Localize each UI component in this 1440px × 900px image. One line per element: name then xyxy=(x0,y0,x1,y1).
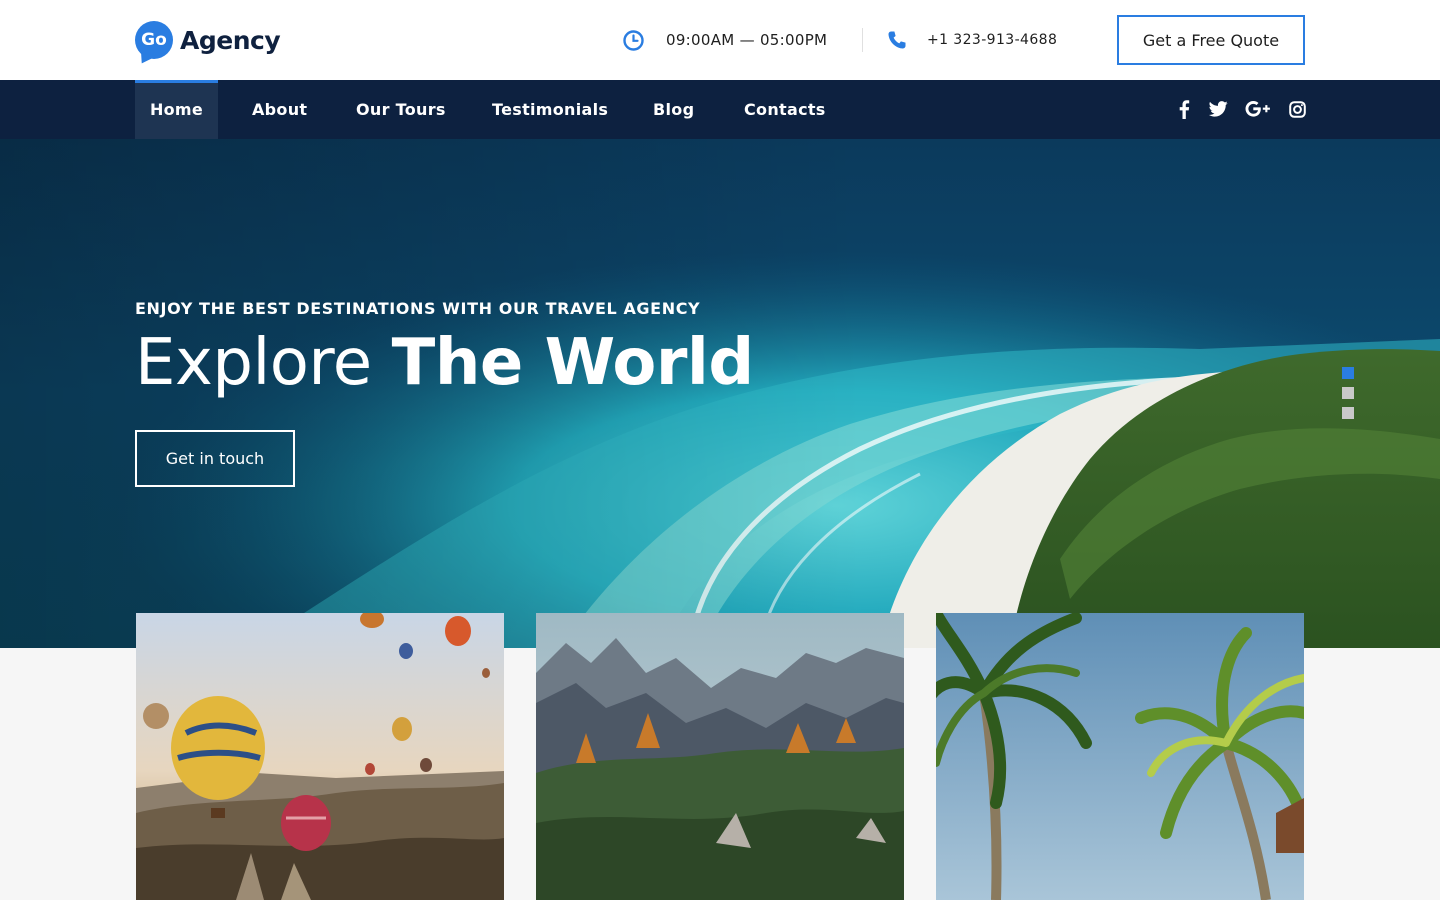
slider-dot-3[interactable] xyxy=(1342,407,1354,419)
tour-card-balloons[interactable] xyxy=(136,613,504,900)
nav-item-about[interactable]: About xyxy=(252,80,307,139)
nav-item-testimonials[interactable]: Testimonials xyxy=(492,80,608,139)
top-header: Go Agency 09:00AM — 05:00PM +1 323-913-4… xyxy=(0,0,1440,80)
brand-logo[interactable]: Go Agency xyxy=(135,19,281,61)
phone-number: +1 323-913-4688 xyxy=(927,32,1058,48)
instagram-icon[interactable] xyxy=(1288,98,1306,120)
get-in-touch-button[interactable]: Get in touch xyxy=(135,430,295,487)
clock-icon xyxy=(623,29,644,51)
business-hours: 09:00AM — 05:00PM xyxy=(623,29,827,51)
hours-text: 09:00AM — 05:00PM xyxy=(666,31,828,49)
hot-air-balloons-photo xyxy=(136,613,504,900)
header-divider xyxy=(862,28,863,52)
free-quote-button[interactable]: Get a Free Quote xyxy=(1117,15,1305,65)
google-plus-glyph xyxy=(1245,101,1270,117)
facebook-glyph xyxy=(1179,99,1190,119)
hero-subtitle: ENJOY THE BEST DESTINATIONS WITH OUR TRA… xyxy=(135,299,701,318)
nav-item-contacts[interactable]: Contacts xyxy=(744,80,826,139)
hero-title: Explore The World xyxy=(135,326,754,406)
tour-card-palms[interactable] xyxy=(936,613,1304,900)
facebook-icon[interactable] xyxy=(1176,98,1192,120)
phone-icon xyxy=(888,31,906,49)
slider-dot-2[interactable] xyxy=(1342,387,1354,399)
instagram-glyph xyxy=(1288,100,1306,118)
mountain-range-photo xyxy=(536,613,904,900)
nav-item-home[interactable]: Home xyxy=(135,80,218,139)
hero-title-light: Explore xyxy=(135,326,372,400)
hero-title-bold: The World xyxy=(391,326,755,400)
tour-card-mountains[interactable] xyxy=(536,613,904,900)
logo-badge: Go xyxy=(135,21,173,59)
logo-text: Agency xyxy=(180,25,281,55)
logo-badge-text: Go xyxy=(141,30,167,50)
twitter-icon[interactable] xyxy=(1208,98,1228,120)
slider-dot-1[interactable] xyxy=(1342,367,1354,379)
nav-item-blog[interactable]: Blog xyxy=(653,80,694,139)
twitter-glyph xyxy=(1208,101,1228,117)
palm-trees-photo xyxy=(936,613,1304,900)
nav-item-our-tours[interactable]: Our Tours xyxy=(356,80,446,139)
google-plus-icon[interactable] xyxy=(1245,98,1271,120)
phone-contact[interactable]: +1 323-913-4688 xyxy=(887,29,1057,51)
hero-banner: ENJOY THE BEST DESTINATIONS WITH OUR TRA… xyxy=(0,139,1440,648)
